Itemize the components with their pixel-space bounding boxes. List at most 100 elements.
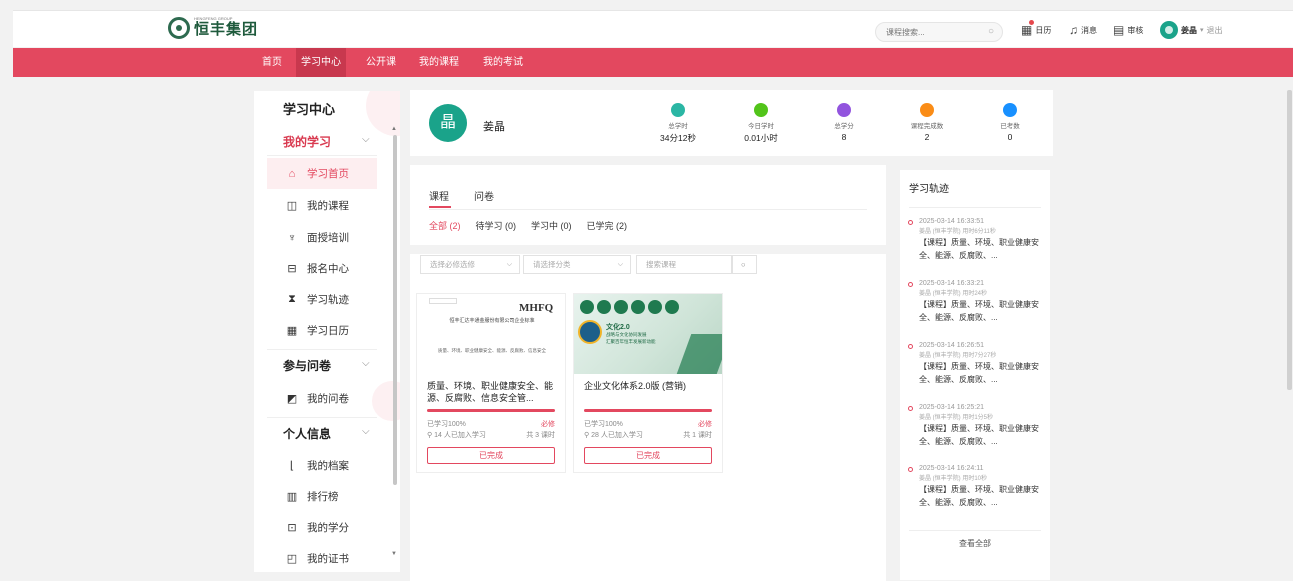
- learning-track-panel: 学习轨迹 2025-03-14 16:33:51 姜晶 (恒丰学院) 用时6分1…: [900, 170, 1050, 580]
- chevron-down-icon[interactable]: ⌵: [362, 358, 370, 369]
- cover-caption: 质量、环境、职业健康安全、能源、反腐败、信息安全: [438, 348, 546, 353]
- track-meta: 姜晶 (恒丰学院) 用时10秒: [919, 476, 988, 482]
- sidebar-group-my-learning[interactable]: 我的学习: [283, 133, 331, 150]
- main-nav: 首页 学习中心 公开课 我的课程 我的考试: [13, 48, 1293, 77]
- required-select[interactable]: 选择必修选修 ⌵: [420, 255, 520, 274]
- logo-subtext: HENGFENG GROUP: [194, 16, 233, 21]
- course-cover: MHFQ 恒丰汇达丰通金服份有限公司企业标准 质量、环境、职业健康安全、能源、反…: [417, 294, 565, 374]
- filter-todo[interactable]: 待学习 (0): [476, 219, 517, 232]
- nav-open-course[interactable]: 公开课: [361, 48, 401, 77]
- progress-bar: [427, 409, 555, 412]
- top-bar: 恒丰集团 HENGFENG GROUP ○ ▦ 日历 ♫ 消息 ▤ 审核 姜晶 …: [13, 10, 1293, 47]
- track-entry[interactable]: 2025-03-14 16:33:51 姜晶 (恒丰学院) 用时6分11秒 【课…: [908, 218, 1048, 262]
- nav-learning-center[interactable]: 学习中心: [296, 48, 346, 77]
- search-icon[interactable]: ○: [988, 26, 994, 37]
- stat-value: 0: [1007, 132, 1013, 142]
- status-button[interactable]: 已完成: [427, 447, 555, 464]
- select-value: 选择必修选修: [430, 260, 475, 269]
- track-content[interactable]: 【课程】质量、环境、职业健康安全、能源、反腐败、...: [919, 483, 1048, 509]
- sidebar-item-credits[interactable]: ⊡ 我的学分: [267, 512, 377, 543]
- cover-decoration: [676, 334, 722, 374]
- review-label: 审核: [1127, 25, 1144, 35]
- course-title[interactable]: 企业文化体系2.0版 (营销): [584, 380, 718, 392]
- sidebar-item-learning-home[interactable]: ⌂ 学习首页: [267, 158, 377, 189]
- track-content[interactable]: 【课程】质量、环境、职业健康安全、能源、反腐败、...: [919, 422, 1048, 448]
- tab-surveys[interactable]: 问卷: [474, 188, 494, 203]
- chevron-down-icon: ⌵: [617, 261, 623, 268]
- track-time: 2025-03-14 16:33:21: [919, 280, 984, 287]
- chevron-down-icon[interactable]: ⌵: [362, 134, 370, 145]
- logo[interactable]: 恒丰集团 HENGFENG GROUP: [168, 16, 258, 39]
- track-time: 2025-03-14 16:25:21: [919, 404, 984, 411]
- messages-link[interactable]: ♫ 消息: [1069, 23, 1097, 37]
- track-time: 2025-03-14 16:26:51: [919, 342, 984, 349]
- track-entry[interactable]: 2025-03-14 16:24:11 姜晶 (恒丰学院) 用时10秒 【课程】…: [908, 465, 1048, 509]
- scroll-down-icon[interactable]: ▼: [391, 551, 397, 557]
- nav-my-exams[interactable]: 我的考试: [478, 48, 528, 77]
- track-title: 学习轨迹: [909, 184, 949, 195]
- cover-icons: [580, 300, 679, 314]
- bar-chart-icon: ▥: [286, 491, 298, 503]
- divider: [429, 209, 867, 210]
- user-menu[interactable]: 姜晶 ▾ 退出: [1160, 21, 1223, 39]
- stat-completed-courses: 课程完成数 2: [892, 103, 962, 142]
- sidebar-item-enrollment[interactable]: ⊟ 报名中心: [267, 253, 377, 284]
- scroll-up-icon[interactable]: ▲: [391, 126, 397, 132]
- view-all-link[interactable]: 查看全部: [900, 538, 1050, 549]
- book-icon: [671, 103, 685, 117]
- sidebar-item-calendar[interactable]: ▦ 学习日历: [267, 315, 377, 346]
- sidebar-scrollbar[interactable]: [393, 135, 397, 485]
- logout-link[interactable]: 退出: [1207, 25, 1223, 36]
- sidebar-item-profile[interactable]: ⌊ 我的档案: [267, 450, 377, 481]
- sidebar-item-track[interactable]: ⧗ 学习轨迹: [267, 284, 377, 315]
- sidebar-group-personal[interactable]: 个人信息: [283, 425, 331, 442]
- chart-icon: ◩: [286, 393, 298, 405]
- profile-avatar: 晶: [429, 104, 467, 142]
- sidebar-item-my-survey[interactable]: ◩ 我的问卷: [267, 383, 377, 414]
- track-content[interactable]: 【课程】质量、环境、职业健康安全、能源、反腐败、...: [919, 236, 1048, 262]
- tab-courses[interactable]: 课程: [429, 188, 451, 208]
- track-entry[interactable]: 2025-03-14 16:25:21 姜晶 (恒丰学院) 用时1分5秒 【课程…: [908, 404, 1048, 448]
- calendar-link[interactable]: ▦ 日历: [1021, 20, 1051, 37]
- course-panel: 课程 问卷 全部 (2) 待学习 (0) 学习中 (0) 已学完 (2) 选择必…: [410, 165, 886, 581]
- course-card[interactable]: MHFQ 恒丰汇达丰通金服份有限公司企业标准 质量、环境、职业健康安全、能源、反…: [416, 293, 566, 473]
- bell-icon: ♫: [1069, 23, 1078, 37]
- credit-icon: [837, 103, 851, 117]
- cover-icon: [631, 300, 645, 314]
- sidebar-item-training[interactable]: ♆ 面授培训: [267, 222, 377, 253]
- book-icon: ◫: [286, 200, 298, 212]
- course-title[interactable]: 质量、环境、职业健康安全、能源、反腐败、信息安全管...: [427, 380, 561, 404]
- nav-home[interactable]: 首页: [257, 48, 287, 77]
- profile-name: 姜晶: [483, 121, 505, 133]
- required-tag: 必修: [541, 421, 555, 428]
- sidebar-item-ranking[interactable]: ▥ 排行榜: [267, 481, 377, 512]
- filter-done[interactable]: 已学完 (2): [587, 219, 628, 232]
- nav-my-courses[interactable]: 我的课程: [414, 48, 464, 77]
- filter-all[interactable]: 全部 (2): [429, 219, 461, 232]
- sidebar-group-survey[interactable]: 参与问卷: [283, 357, 331, 374]
- status-button[interactable]: 已完成: [584, 447, 712, 464]
- track-entry[interactable]: 2025-03-14 16:33:21 姜晶 (恒丰学院) 用时24秒 【课程】…: [908, 280, 1048, 324]
- search-button[interactable]: ○: [732, 255, 757, 274]
- sidebar-item-label: 学习日历: [307, 325, 349, 337]
- page-scrollbar[interactable]: [1287, 90, 1292, 390]
- chevron-down-icon[interactable]: ⌵: [362, 426, 370, 437]
- course-search-input[interactable]: 搜索课程: [636, 255, 732, 274]
- track-entry[interactable]: 2025-03-14 16:26:51 姜晶 (恒丰学院) 用时7分27秒 【课…: [908, 342, 1048, 386]
- home-icon: ⌂: [288, 167, 296, 180]
- search-box: ○: [875, 22, 1003, 42]
- timeline-dot: [908, 344, 913, 349]
- category-select[interactable]: 请选择分类 ⌵: [523, 255, 631, 274]
- course-meta: ⚲ 28 人已加入学习 共 1 课时: [584, 430, 712, 440]
- calendar-icon: ▦: [286, 325, 298, 337]
- user-avatar: [1160, 21, 1178, 39]
- review-link[interactable]: ▤ 审核: [1113, 23, 1143, 37]
- track-content[interactable]: 【课程】质量、环境、职业健康安全、能源、反腐败、...: [919, 360, 1048, 386]
- filter-in-progress[interactable]: 学习中 (0): [531, 219, 572, 232]
- track-content[interactable]: 【课程】质量、环境、职业健康安全、能源、反腐败、...: [919, 298, 1048, 324]
- sidebar-item-certificates[interactable]: ◰ 我的证书: [267, 543, 377, 572]
- sidebar-item-my-courses[interactable]: ◫ 我的课程: [267, 190, 377, 221]
- search-input[interactable]: [876, 23, 976, 41]
- course-card[interactable]: 文化2.0 战略与文化协同发展 汇聚百年恒丰发展新动能 企业文化体系2.0版 (…: [573, 293, 723, 473]
- cover-brand: MHFQ: [519, 302, 554, 314]
